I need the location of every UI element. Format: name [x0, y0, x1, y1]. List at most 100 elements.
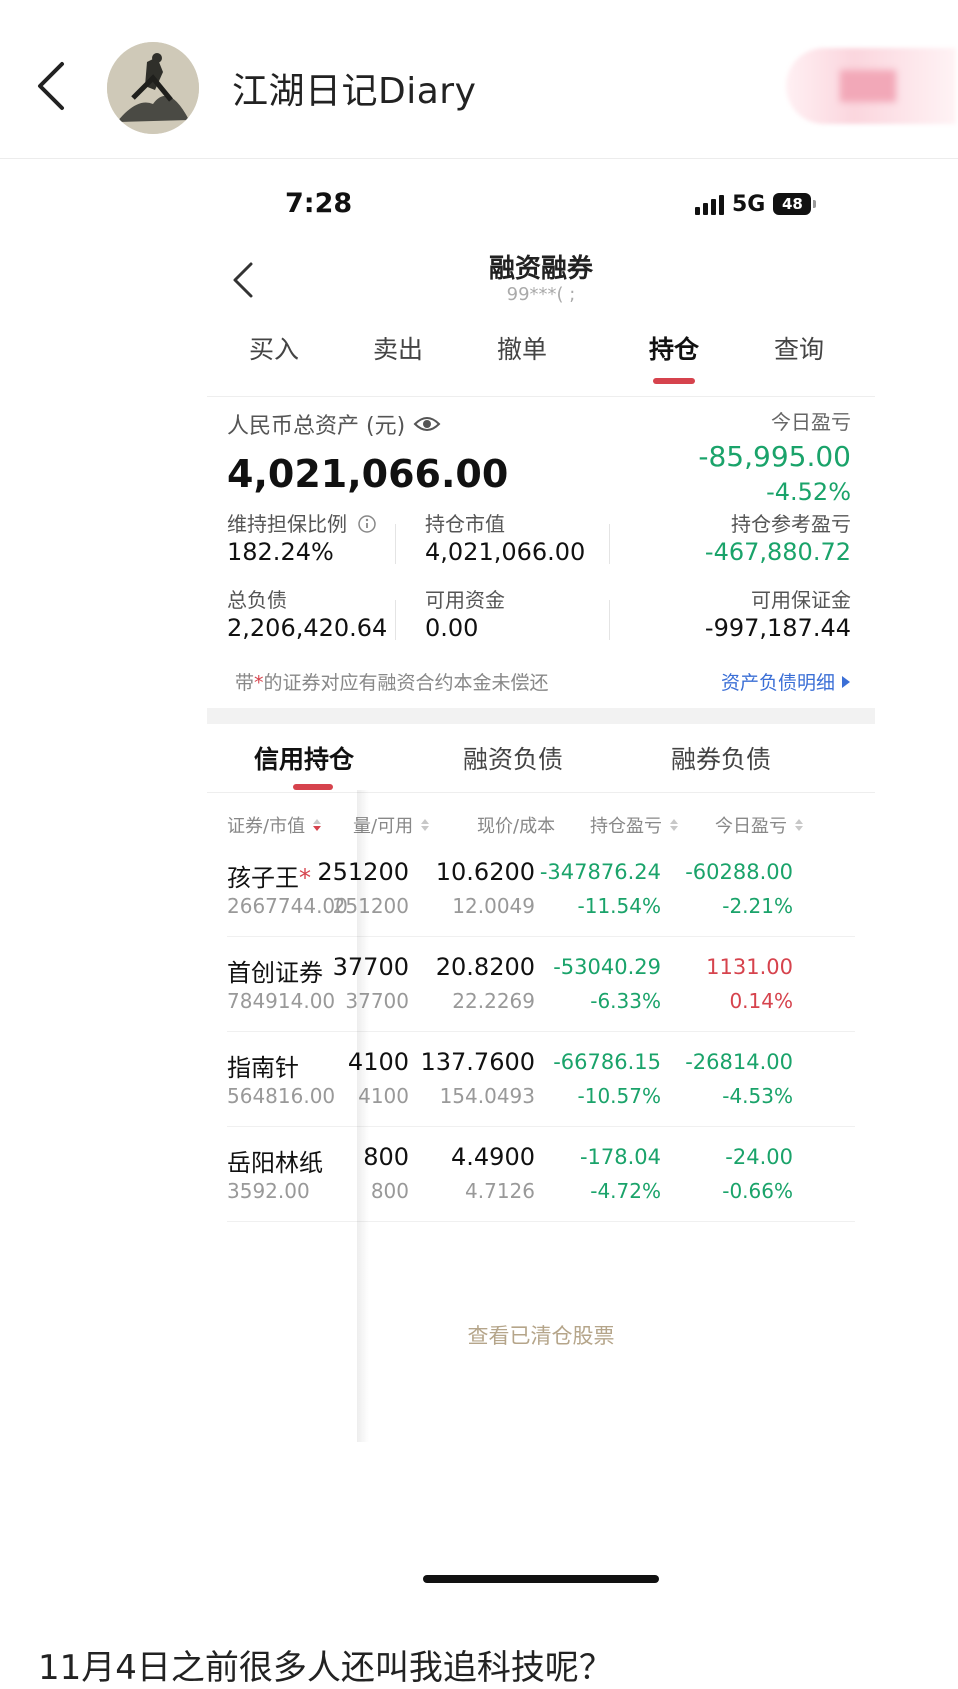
position-pl-percent: -6.33% [590, 989, 661, 1013]
battery-level: 48 [781, 195, 803, 213]
note-star: * [254, 672, 264, 694]
col-price-label: 现价/成本 [477, 816, 556, 837]
divider [609, 524, 610, 564]
position-pl-value: -467,880.72 [704, 538, 851, 566]
total-assets-value: 4,021,066.00 [227, 452, 509, 496]
section-divider [207, 708, 875, 724]
security-name: 首创证券 [227, 953, 323, 988]
cost-price: 4.7126 [465, 1179, 535, 1203]
current-price: 20.8200 [435, 953, 535, 981]
current-price: 10.6200 [435, 858, 535, 886]
today-pl-percent: 0.14% [729, 989, 793, 1013]
row-divider [227, 1221, 855, 1222]
author-name[interactable]: 江湖日记Diary [232, 62, 476, 114]
quantity: 37700 [332, 953, 409, 981]
market-value: 564816.00 [227, 1084, 336, 1108]
author-avatar[interactable] [107, 42, 199, 134]
table-row[interactable]: 指南针 564816.00 4100 4100 137.7600 154.049… [207, 1032, 875, 1127]
tab-buy[interactable]: 买入 [207, 330, 341, 366]
table-row[interactable]: 孩子王* 2667744.00 251200 251200 10.6200 12… [207, 842, 875, 937]
available-funds-label: 可用资金 [425, 588, 505, 612]
info-icon[interactable] [357, 514, 377, 534]
market-value: 3592.00 [227, 1179, 310, 1203]
account-number: 99***( ; [506, 284, 576, 305]
holding-subtabs: 信用持仓 融资负债 融券负债 [207, 740, 875, 790]
financing-star: * [299, 864, 311, 892]
today-pl-percent: -2.21% [722, 894, 793, 918]
available-quantity: 251200 [332, 894, 409, 918]
position-pl-label: 持仓参考盈亏 [731, 512, 851, 536]
tab-positions[interactable]: 持仓 [607, 330, 741, 366]
quantity: 800 [363, 1143, 409, 1171]
available-quantity: 37700 [345, 989, 409, 1013]
market-value: 2667744.00 [227, 894, 348, 918]
today-pl-value: -85,995.00 [698, 440, 851, 473]
margin-note: 带*的证券对应有融资合约本金未偿还 [235, 668, 549, 695]
subtab-financing-debt[interactable]: 融资负债 [463, 740, 563, 776]
maint-ratio-label: 维持担保比例 [227, 508, 377, 537]
position-pl: -178.04 [579, 1145, 661, 1169]
security-name: 指南针 [227, 1048, 299, 1083]
position-pl: -66786.15 [553, 1050, 661, 1074]
today-pl: 1131.00 [706, 955, 793, 979]
tab-query[interactable]: 查询 [732, 330, 866, 366]
note-prefix: 带 [235, 672, 255, 694]
divider [395, 524, 396, 564]
divider [207, 396, 875, 397]
triangle-right-icon [842, 675, 850, 688]
tab-sell[interactable]: 卖出 [331, 330, 465, 366]
today-pl-label: 今日盈亏 [771, 410, 851, 434]
total-assets-label: 人民币总资产 (元) [227, 408, 441, 440]
col-today-pl-label: 今日盈亏 [715, 816, 787, 837]
position-pl-percent: -11.54% [577, 894, 661, 918]
active-subtab-indicator [293, 784, 333, 790]
security-name: 岳阳林纸 [227, 1143, 323, 1178]
page-title: 融资融券 [488, 254, 593, 284]
eye-icon[interactable] [413, 414, 441, 434]
trade-tabs: 买入 卖出 撤单 持仓 查询 [207, 330, 875, 390]
available-margin-label: 可用保证金 [751, 588, 851, 612]
network-type: 5G [732, 191, 766, 217]
col-position-pl-label: 持仓盈亏 [590, 816, 662, 837]
col-position-pl[interactable]: 持仓盈亏 [590, 812, 678, 838]
security-name-text: 指南针 [227, 1054, 299, 1082]
security-name-text: 孩子王 [227, 864, 299, 892]
today-pl-percent: -0.66% [722, 1179, 793, 1203]
status-indicators: 5G 48 [695, 190, 817, 218]
subtab-securities-lending-debt[interactable]: 融券负债 [671, 740, 771, 776]
view-cleared-stocks-link[interactable]: 查看已清仓股票 [207, 1320, 875, 1350]
subtab-credit-positions[interactable]: 信用持仓 [254, 740, 354, 776]
maint-ratio-value: 182.24% [227, 538, 334, 566]
col-price[interactable]: 现价/成本 [477, 812, 555, 838]
position-pl-percent: -10.57% [577, 1084, 661, 1108]
balance-detail-link[interactable]: 资产负债明细 [721, 668, 851, 695]
battery-icon: 48 [773, 193, 817, 215]
current-price: 137.7600 [420, 1048, 535, 1076]
avatar-image-icon [107, 42, 199, 134]
follow-button[interactable] [786, 48, 956, 124]
back-arrow-icon[interactable] [28, 56, 76, 116]
col-today-pl[interactable]: 今日盈亏 [715, 812, 803, 838]
post-header: 江湖日记Diary [0, 0, 958, 159]
security-name-text: 首创证券 [227, 959, 323, 987]
balance-detail-label: 资产负债明细 [720, 672, 835, 694]
table-row[interactable]: 首创证券 784914.00 37700 37700 20.8200 22.22… [207, 937, 875, 1032]
position-value-label: 持仓市值 [425, 512, 505, 536]
available-funds-value: 0.00 [425, 614, 479, 642]
position-pl: -53040.29 [553, 955, 661, 979]
col-security[interactable]: 证券/市值 [227, 812, 322, 838]
tab-cancel[interactable]: 撤单 [455, 330, 589, 366]
maint-ratio-label-text: 维持担保比例 [227, 512, 347, 536]
security-name: 孩子王* [227, 858, 311, 893]
signal-icon [695, 193, 724, 215]
sort-icon [670, 819, 678, 831]
market-value: 784914.00 [227, 989, 336, 1013]
today-pl: -24.00 [725, 1145, 793, 1169]
cost-price: 22.2269 [452, 989, 535, 1013]
home-indicator[interactable] [423, 1575, 659, 1583]
embedded-screenshot: 7:28 5G 48 融资融券 99***( ; 买入 卖出 撤单 持仓 查询 … [207, 160, 875, 1583]
today-pl-percent: -4.52% [766, 478, 851, 506]
position-pl: -347876.24 [539, 860, 661, 884]
total-debt-label: 总负债 [227, 588, 287, 612]
table-row[interactable]: 岳阳林纸 3592.00 800 800 4.4900 4.7126 -178.… [207, 1127, 875, 1222]
